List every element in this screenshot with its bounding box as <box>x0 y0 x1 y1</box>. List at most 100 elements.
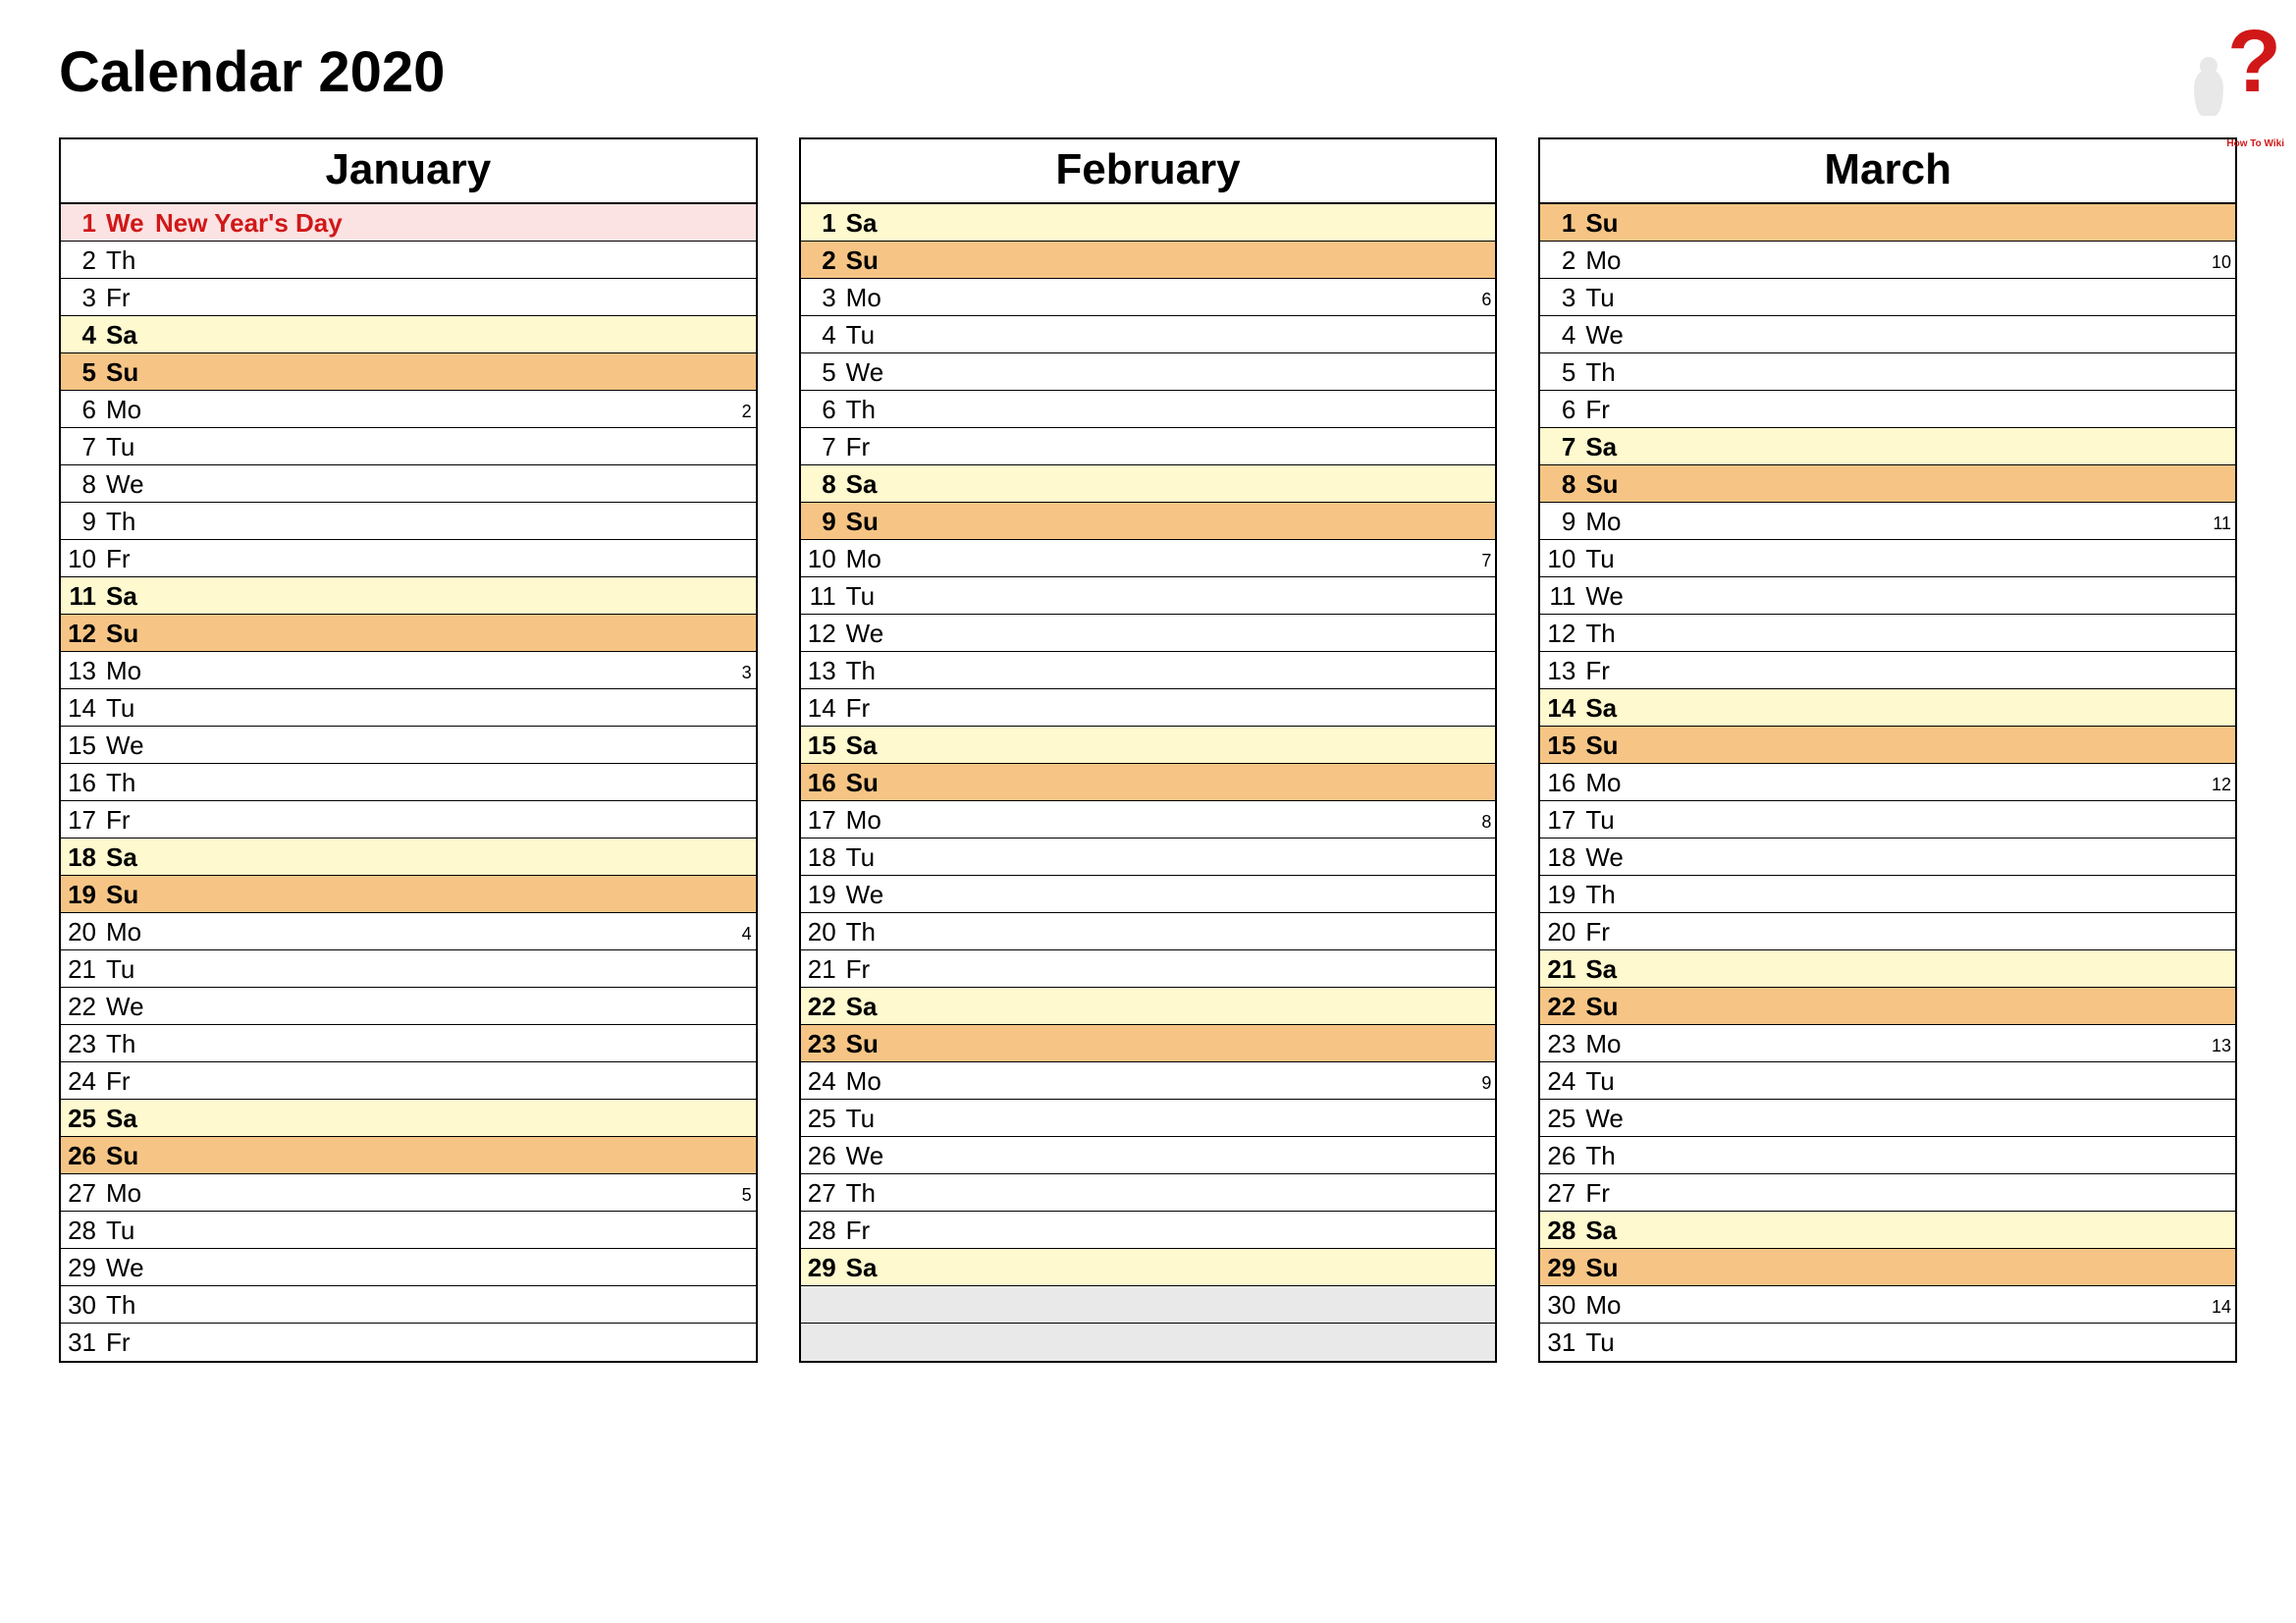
week-number <box>1469 1286 1495 1298</box>
day-number: 8 <box>1540 471 1581 497</box>
day-number: 10 <box>61 546 102 571</box>
day-number: 28 <box>801 1217 842 1243</box>
day-abbr: Mo <box>1581 509 1630 534</box>
day-number: 1 <box>61 210 102 236</box>
day-abbr: Mo <box>842 1068 891 1094</box>
day-number: 10 <box>1540 546 1581 571</box>
day-row: 24Mo9 <box>801 1062 1496 1100</box>
day-abbr: Th <box>102 1031 151 1056</box>
day-number: 23 <box>61 1031 102 1056</box>
day-number: 29 <box>1540 1255 1581 1280</box>
day-number: 22 <box>1540 994 1581 1019</box>
day-abbr: Th <box>102 247 151 273</box>
day-row: 21Fr <box>801 950 1496 988</box>
day-abbr: We <box>1581 583 1630 609</box>
day-abbr: We <box>842 1143 891 1168</box>
day-row: 18Tu <box>801 839 1496 876</box>
day-row: 10Mo7 <box>801 540 1496 577</box>
day-row: 14Tu <box>61 689 756 727</box>
day-abbr: Fr <box>102 1068 151 1094</box>
day-number: 25 <box>801 1106 842 1131</box>
week-number <box>2210 540 2235 552</box>
day-number: 30 <box>1540 1292 1581 1318</box>
week-number <box>2210 1249 2235 1261</box>
week-number <box>1469 988 1495 1000</box>
month-table: January1WeNew Year's Day2Th3Fr4Sa5Su6Mo2… <box>59 137 758 1363</box>
day-number: 25 <box>61 1106 102 1131</box>
day-row: 3Mo6 <box>801 279 1496 316</box>
day-number: 13 <box>801 658 842 683</box>
day-number: 14 <box>1540 695 1581 721</box>
day-number: 15 <box>61 732 102 758</box>
day-row: 4We <box>1540 316 2235 353</box>
day-number: 13 <box>61 658 102 683</box>
week-number <box>1469 876 1495 888</box>
day-row: 20Th <box>801 913 1496 950</box>
day-abbr: Th <box>1581 1143 1630 1168</box>
day-row: 14Sa <box>1540 689 2235 727</box>
day-abbr: Sa <box>1581 1217 1630 1243</box>
day-abbr: Tu <box>842 844 891 870</box>
month-name: February <box>801 139 1496 204</box>
day-abbr: Sa <box>842 1255 891 1280</box>
day-row: 27Fr <box>1540 1174 2235 1212</box>
week-number <box>730 1062 756 1074</box>
day-abbr: Fr <box>1581 397 1630 422</box>
day-row: 23Su <box>801 1025 1496 1062</box>
week-number <box>1469 913 1495 925</box>
day-number: 4 <box>801 322 842 348</box>
week-number <box>1469 950 1495 962</box>
day-number: 29 <box>61 1255 102 1280</box>
week-number <box>2210 615 2235 626</box>
week-number <box>1469 428 1495 440</box>
day-abbr: We <box>1581 844 1630 870</box>
week-number <box>2210 391 2235 403</box>
day-abbr: Tu <box>1581 807 1630 833</box>
day-number: 6 <box>801 397 842 422</box>
week-number <box>730 316 756 328</box>
week-number <box>730 615 756 626</box>
day-abbr: Mo <box>842 285 891 310</box>
day-number: 27 <box>801 1180 842 1206</box>
day-number: 4 <box>1540 322 1581 348</box>
day-abbr: Mo <box>102 919 151 945</box>
day-row: 11Tu <box>801 577 1496 615</box>
day-row <box>801 1286 1496 1324</box>
day-row: 13Mo3 <box>61 652 756 689</box>
day-row: 7Sa <box>1540 428 2235 465</box>
week-number <box>730 503 756 514</box>
day-number: 9 <box>61 509 102 534</box>
day-abbr: We <box>1581 1106 1630 1131</box>
week-number <box>730 876 756 888</box>
day-row: 11Sa <box>61 577 756 615</box>
day-abbr: Fr <box>842 695 891 721</box>
day-abbr: Mo <box>842 807 891 833</box>
day-row: 16Th <box>61 764 756 801</box>
day-number: 31 <box>61 1329 102 1355</box>
day-row: 1Sa <box>801 204 1496 242</box>
day-abbr: Sa <box>102 844 151 870</box>
day-abbr: Mo <box>1581 1031 1630 1056</box>
week-number <box>730 1286 756 1298</box>
day-number: 11 <box>1540 583 1581 609</box>
day-abbr: Tu <box>1581 546 1630 571</box>
day-number: 28 <box>61 1217 102 1243</box>
week-number <box>2210 988 2235 1000</box>
day-number: 10 <box>801 546 842 571</box>
month-table: February1Sa2Su3Mo64Tu5We6Th7Fr8Sa9Su10Mo… <box>799 137 1498 1363</box>
day-abbr: Tu <box>1581 1329 1630 1355</box>
day-number: 23 <box>1540 1031 1581 1056</box>
day-row: 30Mo14 <box>1540 1286 2235 1324</box>
day-number: 7 <box>801 434 842 460</box>
day-abbr: Sa <box>842 732 891 758</box>
day-row: 31Tu <box>1540 1324 2235 1361</box>
day-abbr: Su <box>1581 471 1630 497</box>
day-abbr: Fr <box>102 546 151 571</box>
day-abbr: Sa <box>102 583 151 609</box>
day-number: 7 <box>1540 434 1581 460</box>
week-number: 4 <box>730 913 756 943</box>
week-number <box>2210 465 2235 477</box>
day-number: 8 <box>61 471 102 497</box>
day-abbr: Mo <box>102 658 151 683</box>
day-row: 16Mo12 <box>1540 764 2235 801</box>
